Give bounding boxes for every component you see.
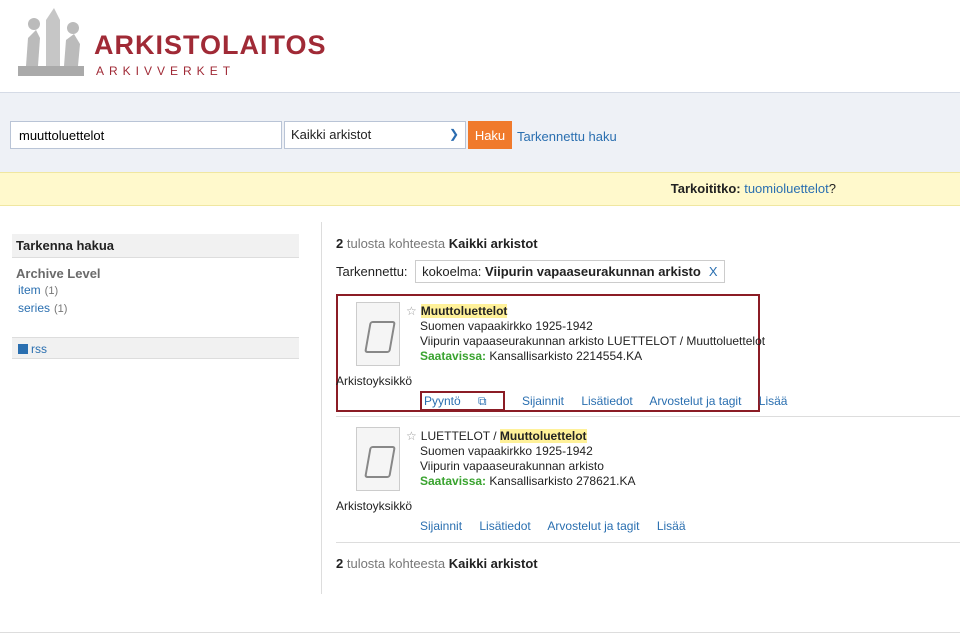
rss-label: rss xyxy=(31,342,47,356)
chevron-down-icon: ❯ xyxy=(448,127,459,141)
availability-label: Saatavissa: xyxy=(420,474,487,488)
result-title-highlight: Muuttoluettelot xyxy=(420,304,508,318)
scope-select-value: Kaikki arkistot xyxy=(291,127,372,142)
search-bar: Kaikki arkistot ❯ Haku Tarkennettu haku xyxy=(0,92,960,173)
reviews-tags-link[interactable]: Arvostelut ja tagit xyxy=(649,394,741,408)
result-count: 2 tulosta kohteesta Kaikki arkistot xyxy=(336,236,960,251)
did-you-mean-text: Tarkoititko: tuomioluettelot? xyxy=(671,181,836,196)
sidebar-title: Tarkenna hakua xyxy=(12,234,299,258)
rss-icon xyxy=(18,344,28,354)
active-filter: Tarkennettu: kokoelma: Viipurin vapaaseu… xyxy=(336,260,725,283)
details-link[interactable]: Lisätiedot xyxy=(479,519,530,533)
result-format: Arkistoyksikkö xyxy=(336,499,413,513)
facet-item-label: item xyxy=(18,283,41,297)
did-you-mean-prefix: Tarkoititko: xyxy=(670,181,745,196)
column-divider xyxy=(321,222,322,594)
logo-subtitle: ARKIVVERKET xyxy=(96,64,236,78)
locations-link[interactable]: Sijainnit xyxy=(522,394,564,408)
result-info: ☆ Muuttoluettelot Suomen vapaakirkko 1925… xyxy=(406,304,765,364)
result-line1: Suomen vapaakirkko 1925-1942 xyxy=(420,444,593,458)
result-line2: Viipurin vapaaseurakunnan arkisto xyxy=(420,459,604,473)
star-icon[interactable]: ☆ xyxy=(406,304,417,318)
result-count-scope: Kaikki arkistot xyxy=(448,556,538,571)
result-title[interactable]: ☆ Muuttoluettelot xyxy=(406,304,765,319)
request-link[interactable]: Pyyntö ⧉ xyxy=(420,391,505,411)
filter-value: Viipurin vapaaseurakunnan arkisto xyxy=(485,264,701,279)
scope-select[interactable]: Kaikki arkistot ❯ xyxy=(284,121,466,149)
search-input[interactable] xyxy=(10,121,282,149)
external-link-icon: ⧉ xyxy=(478,394,487,408)
star-icon[interactable]: ☆ xyxy=(406,429,417,443)
result-availability: Saatavissa: Kansallisarkisto 2214554.KA xyxy=(406,349,765,364)
facet-item-item[interactable]: item (1) xyxy=(18,283,299,297)
facet-item-label: series xyxy=(18,301,51,315)
sidebar: Tarkenna hakua Archive Level item (1) ser… xyxy=(12,234,299,359)
availability-value: Kansallisarkisto 278621.KA xyxy=(486,474,636,488)
result-title-highlight: Muuttoluettelot xyxy=(499,429,587,443)
more-link[interactable]: Lisää xyxy=(759,394,788,408)
did-you-mean-suffix: ? xyxy=(828,181,836,196)
availability-value: Kansallisarkisto 2214554.KA xyxy=(486,349,643,363)
results-divider xyxy=(336,542,960,543)
results-panel: 2 tulosta kohteesta Kaikki arkistot Tark… xyxy=(336,236,960,533)
book-icon[interactable] xyxy=(356,302,400,366)
result-item: Arkistoyksikkö ☆ Muuttoluettelot Suomen v… xyxy=(336,294,960,416)
filter-chip: kokoelma: Viipurin vapaaseurakunnan arki… xyxy=(415,260,725,283)
result-item: Arkistoyksikkö ☆ LUETTELOT / Muuttoluette… xyxy=(336,416,960,539)
availability-label: Saatavissa: xyxy=(420,349,487,363)
facet-item-series[interactable]: series (1) xyxy=(18,301,299,315)
details-link[interactable]: Lisätiedot xyxy=(581,394,632,408)
archive-logo[interactable]: ARKISTOLAITOS ARKIVVERKET xyxy=(16,4,326,80)
result-count-mid: tulosta kohteesta xyxy=(343,556,449,571)
advanced-search-link[interactable]: Tarkennettu haku xyxy=(517,129,617,144)
did-you-mean-bar: Tarkoititko: tuomioluettelot? xyxy=(0,172,960,206)
facet-item-count: (1) xyxy=(44,285,59,297)
logo-title: ARKISTOLAITOS xyxy=(94,30,327,60)
result-count-scope: Kaikki arkistot xyxy=(448,236,538,251)
result-line1: Suomen vapaakirkko 1925-1942 xyxy=(420,319,593,333)
result-format: Arkistoyksikkö xyxy=(336,374,413,388)
remove-filter-button[interactable]: X xyxy=(709,264,718,279)
did-you-mean-link[interactable]: tuomioluettelot xyxy=(744,181,829,196)
result-line2: Viipurin vapaaseurakunnan arkisto LUETTE… xyxy=(420,334,766,348)
locations-link[interactable]: Sijainnit xyxy=(420,519,462,533)
result-count-bottom: 2 tulosta kohteesta Kaikki arkistot xyxy=(336,556,538,571)
filter-key: kokoelma: xyxy=(422,264,486,279)
result-title[interactable]: ☆ LUETTELOT / Muuttoluettelot xyxy=(406,429,635,444)
rss-link[interactable]: rss xyxy=(12,337,299,359)
filter-label: Tarkennettu: xyxy=(336,264,408,279)
reviews-tags-link[interactable]: Arvostelut ja tagit xyxy=(547,519,639,533)
result-links: Pyyntö ⧉ Sijainnit Lisätiedot Arvostelut… xyxy=(420,391,801,411)
search-button[interactable]: Haku xyxy=(468,121,512,149)
result-availability: Saatavissa: Kansallisarkisto 278621.KA xyxy=(406,474,635,489)
more-link[interactable]: Lisää xyxy=(657,519,686,533)
facet-item-count: (1) xyxy=(54,303,68,315)
statue-logo-icon xyxy=(18,8,84,76)
result-info: ☆ LUETTELOT / Muuttoluettelot Suomen vapa… xyxy=(406,429,635,489)
facet-title: Archive Level xyxy=(16,266,101,281)
result-count-mid: tulosta kohteesta xyxy=(343,236,449,251)
book-icon[interactable] xyxy=(356,427,400,491)
result-links: Sijainnit Lisätiedot Arvostelut ja tagit… xyxy=(420,519,700,533)
result-title-prefix: LUETTELOT / xyxy=(420,429,500,443)
footer xyxy=(0,632,960,643)
header: ARKISTOLAITOS ARKIVVERKET xyxy=(0,0,960,92)
